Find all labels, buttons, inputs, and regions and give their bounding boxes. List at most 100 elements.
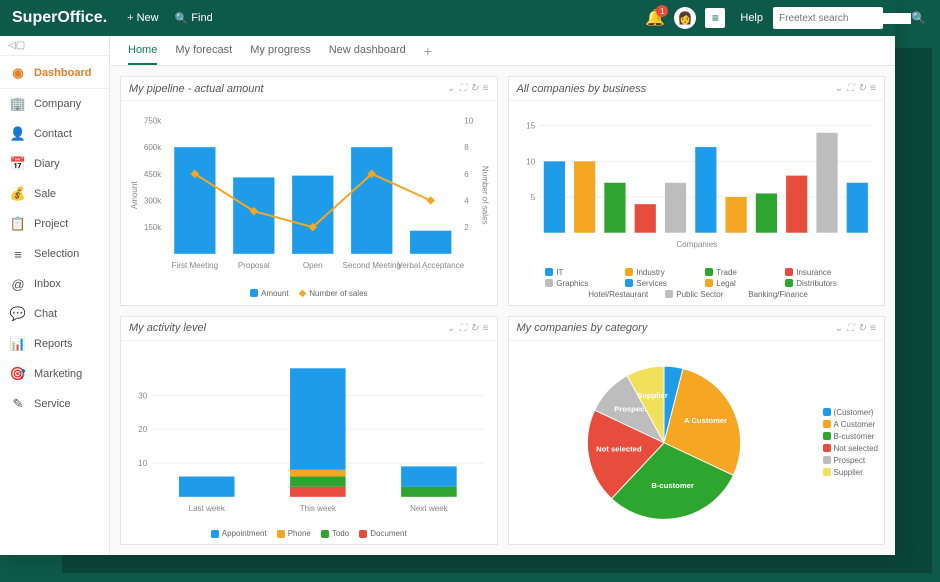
tab-home[interactable]: Home [128, 37, 157, 65]
panel-companies-category: My companies by category ⌄ ⛶ ↻ ≡ A Custo… [508, 316, 886, 546]
search-icon: 🔍 [175, 12, 189, 25]
refresh-icon[interactable]: ↻ [858, 83, 866, 94]
notifications-button[interactable]: 🔔 1 [644, 7, 666, 29]
svg-text:Amount: Amount [130, 181, 139, 210]
diary-icon: 📅 [10, 156, 26, 172]
sidebar-item-label: Sale [34, 188, 56, 200]
chevron-down-icon[interactable]: ⌄ [834, 323, 842, 334]
sidebar-item-diary[interactable]: 📅 Diary [0, 149, 109, 179]
menu-icon[interactable]: ≡ [483, 323, 489, 334]
pipeline-chart: 150k300k450k600k750k246810First MeetingP… [127, 107, 491, 284]
refresh-icon[interactable]: ↻ [470, 323, 478, 334]
tab-my-forecast[interactable]: My forecast [175, 37, 232, 65]
sale-icon: 💰 [10, 186, 26, 202]
svg-text:Number of sales: Number of sales [480, 166, 489, 225]
sidebar-item-inbox[interactable]: @ Inbox [0, 269, 109, 299]
legend-item: Appointment [211, 529, 267, 538]
add-tab-button[interactable]: + [424, 43, 432, 59]
dashboard-icon: ◉ [10, 65, 26, 81]
chat-icon: 💬 [10, 306, 26, 322]
sidebar-item-label: Company [34, 98, 81, 110]
tab-bar: HomeMy forecastMy progressNew dashboard … [110, 36, 895, 66]
help-link[interactable]: Help [740, 12, 763, 24]
panel-activity: My activity level ⌄ ⛶ ↻ ≡ 102030Last wee… [120, 316, 498, 546]
panel-pipeline: My pipeline - actual amount ⌄ ⛶ ↻ ≡ 150k… [120, 76, 498, 306]
new-button[interactable]: + New [127, 12, 158, 24]
user-menu-button[interactable]: 👩 [674, 7, 696, 29]
main-menu-button[interactable]: ≡ [704, 7, 726, 29]
chevron-down-icon[interactable]: ⌄ [447, 323, 455, 334]
reports-icon: 📊 [10, 336, 26, 352]
panel-title: All companies by business [517, 83, 831, 95]
sidebar-item-label: Chat [34, 308, 57, 320]
contact-icon: 👤 [10, 126, 26, 142]
sidebar-item-reports[interactable]: 📊 Reports [0, 329, 109, 359]
svg-text:600k: 600k [144, 143, 162, 152]
legend-item: Hotel/Restaurant [585, 290, 647, 299]
panel-companies-business: All companies by business ⌄ ⛶ ↻ ≡ 51015C… [508, 76, 886, 306]
sidebar-item-label: Diary [34, 158, 60, 170]
sidebar-item-chat[interactable]: 💬 Chat [0, 299, 109, 329]
activity-chart: 102030Last weekThis weekNext week [127, 347, 491, 526]
legend-item: Banking/Finance [745, 290, 807, 299]
notification-badge: 1 [656, 5, 668, 17]
maximize-icon[interactable]: ⛶ [847, 323, 854, 334]
sidebar-item-label: Reports [34, 338, 73, 350]
sidebar-item-project[interactable]: 📋Project [0, 209, 109, 239]
sidebar-item-company[interactable]: 🏢Company [0, 89, 109, 119]
svg-text:10: 10 [526, 157, 535, 166]
search-box[interactable]: 🔍 [773, 7, 883, 29]
menu-icon[interactable]: ≡ [483, 83, 489, 94]
inbox-icon: @ [10, 276, 26, 292]
sidebar-item-dashboard[interactable]: ◉Dashboard [0, 58, 109, 89]
chevron-down-icon[interactable]: ⌄ [834, 83, 842, 94]
tab-my-progress[interactable]: My progress [250, 37, 311, 65]
maximize-icon[interactable]: ⛶ [459, 323, 466, 334]
menu-icon[interactable]: ≡ [870, 83, 876, 94]
main-content: HomeMy forecastMy progressNew dashboard … [110, 36, 895, 555]
sidebar: ◁▢ ◉Dashboard🏢Company👤Contact 📅 Diary 💰 Sale… [0, 36, 110, 555]
find-button[interactable]: 🔍 Find [175, 12, 213, 25]
sidebar-item-marketing[interactable]: 🎯Marketing [0, 359, 109, 389]
sidebar-item-label: Inbox [34, 278, 61, 290]
legend-item: Document [359, 529, 406, 538]
tab-new-dashboard[interactable]: New dashboard [329, 37, 406, 65]
chevron-down-icon[interactable]: ⌄ [447, 83, 455, 94]
search-icon[interactable]: 🔍 [911, 11, 926, 25]
menu-icon[interactable]: ≡ [870, 323, 876, 334]
sidebar-item-selection[interactable]: ≡Selection [0, 239, 109, 269]
svg-text:30: 30 [138, 391, 147, 400]
svg-text:Companies: Companies [676, 240, 717, 249]
service-icon: ✎ [10, 396, 26, 412]
legend-item: Insurance [785, 268, 847, 277]
legend-item: Trade [705, 268, 767, 277]
brand-logo: SuperOffice. [12, 9, 107, 27]
collapse-sidebar-button[interactable]: ◁▢ [0, 40, 109, 56]
sidebar-item-contact[interactable]: 👤Contact [0, 119, 109, 149]
sidebar-item-sale[interactable]: 💰 Sale [0, 179, 109, 209]
sidebar-item-service[interactable]: ✎ Service [0, 389, 109, 419]
list-icon: ≡ [705, 8, 725, 28]
svg-text:750k: 750k [144, 117, 162, 126]
maximize-icon[interactable]: ⛶ [847, 83, 854, 94]
svg-text:Last week: Last week [189, 503, 226, 512]
legend-item: Not selected [823, 444, 878, 453]
refresh-icon[interactable]: ↻ [470, 83, 478, 94]
legend-item: Amount [250, 288, 289, 299]
svg-text:450k: 450k [144, 170, 162, 179]
sidebar-item-label: Service [34, 398, 71, 410]
refresh-icon[interactable]: ↻ [858, 323, 866, 334]
legend-item: (Customer) [823, 408, 878, 417]
plus-icon: + [127, 12, 133, 24]
legend-item: Public Sector [665, 290, 727, 299]
app-window: SuperOffice. + New 🔍 Find 🔔 1 👩 ≡ Help 🔍… [0, 0, 895, 555]
svg-text:5: 5 [530, 193, 535, 202]
panel-title: My companies by category [517, 322, 831, 334]
legend-item: IT [545, 268, 607, 277]
marketing-icon: 🎯 [10, 366, 26, 382]
legend-item: A Customer [823, 420, 878, 429]
svg-text:300k: 300k [144, 197, 162, 206]
search-input[interactable] [779, 13, 911, 24]
maximize-icon[interactable]: ⛶ [459, 83, 466, 94]
legend-item: Todo [321, 529, 349, 538]
